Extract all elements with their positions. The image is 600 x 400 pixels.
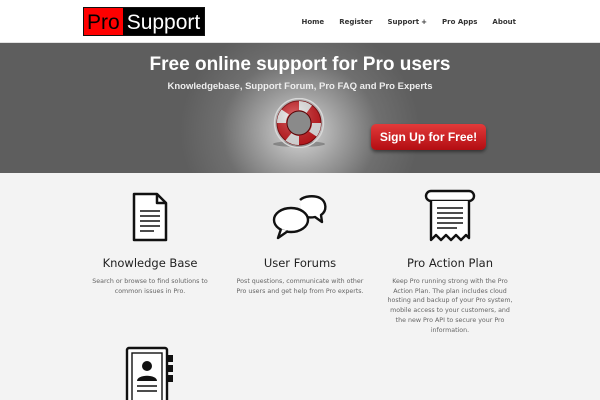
nav-about[interactable]: About [492,18,516,26]
contact-book-icon [125,346,173,400]
feature-title-pro-action-plan[interactable]: Pro Action Plan [375,256,525,270]
hero-banner: Free online support for Pro users Knowle… [0,43,600,173]
hero-subtitle: Knowledgebase, Support Forum, Pro FAQ an… [167,81,433,92]
nav-support-label: Support [387,17,420,26]
feature-desc-pro-action-plan: Keep Pro running strong with the Pro Act… [387,278,513,334]
logo-pro-text: Pro [84,8,123,35]
nav-support-plus-icon: + [421,17,427,26]
signup-button[interactable]: Sign Up for Free! [371,124,486,150]
lifebuoy-icon [273,98,325,148]
feature-title-user-forums[interactable]: User Forums [225,256,375,270]
site-logo[interactable]: Pro Support [83,7,206,36]
nav-home[interactable]: Home [301,18,324,26]
feature-desc-knowledge-base: Search or browse to find solutions to co… [92,278,208,295]
feature-desc-user-forums: Post questions, communicate with other P… [236,278,364,295]
nav-support[interactable]: Support + [387,18,427,26]
main-nav: Home Register Support + Pro Apps About [301,0,516,43]
site-header: Pro Support Home Register Support + Pro A… [0,0,600,43]
nav-register[interactable]: Register [339,18,372,26]
nav-pro-apps[interactable]: Pro Apps [442,18,477,26]
feature-title-knowledge-base[interactable]: Knowledge Base [75,256,225,270]
logo-support-text: Support [122,8,205,35]
document-icon [132,192,168,242]
hero-title: Free online support for Pro users [149,54,451,75]
chat-bubbles-icon [272,195,327,240]
scroll-icon [424,189,476,242]
